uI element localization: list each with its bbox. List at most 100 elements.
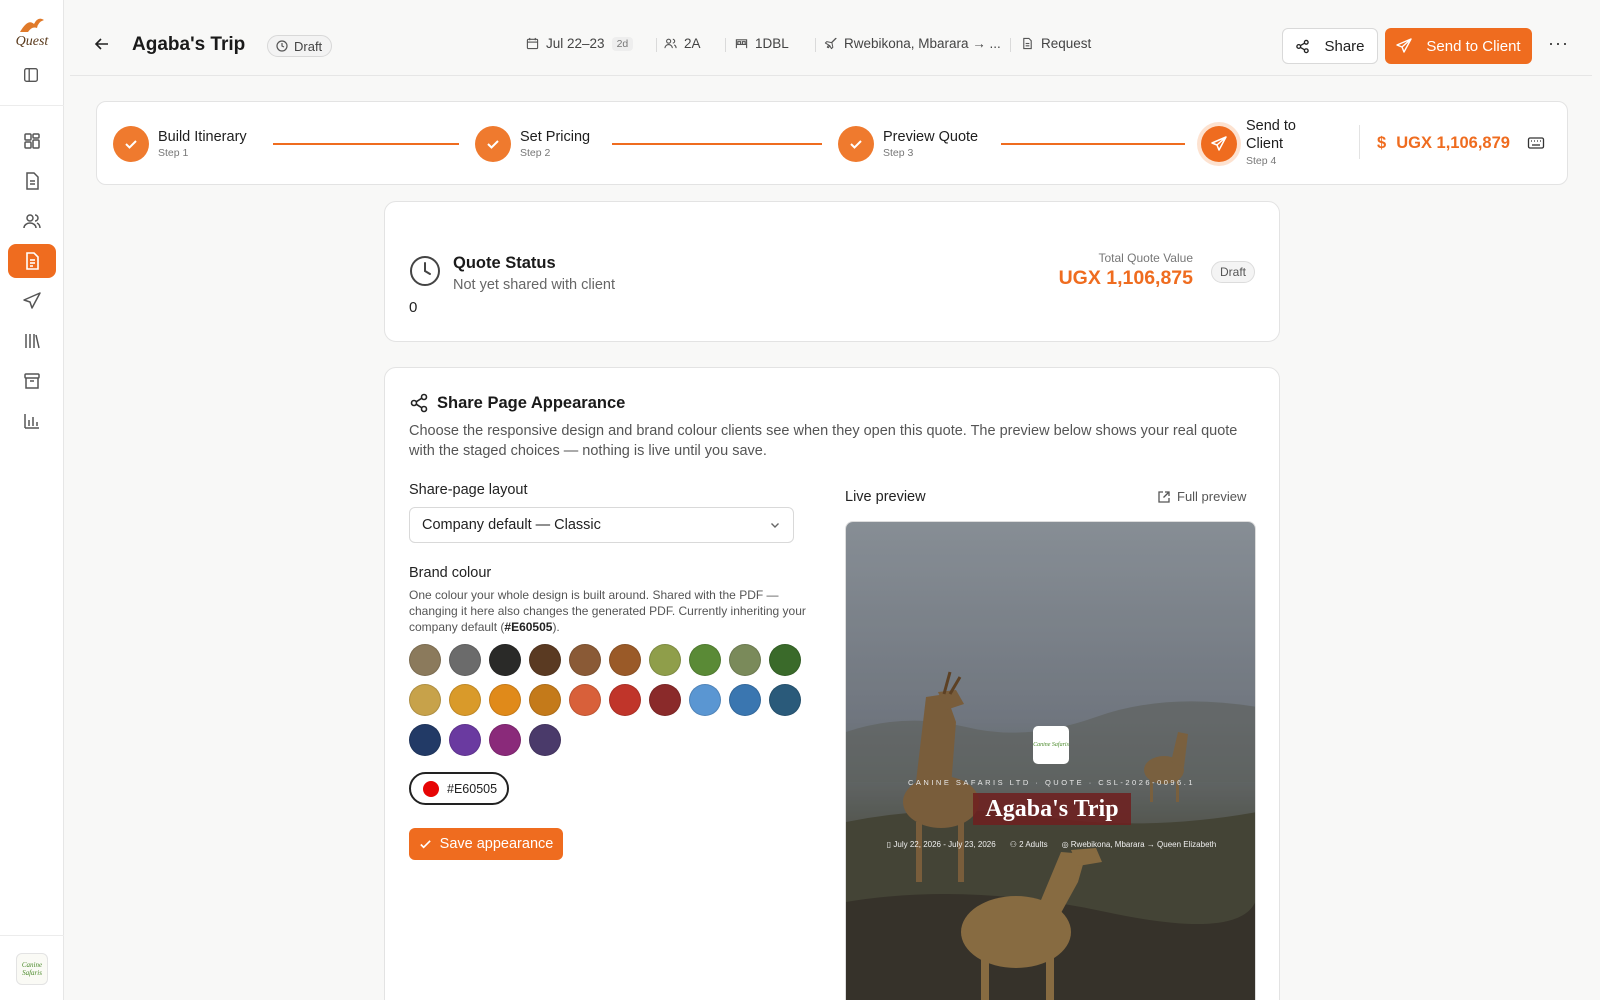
colour-swatch[interactable] (409, 684, 441, 716)
back-arrow-icon[interactable] (94, 36, 110, 52)
people-icon (664, 38, 677, 49)
colour-swatch[interactable] (449, 684, 481, 716)
preview-meta: ▯ July 22, 2026 - July 23, 2026 ⚇ 2 Adul… (846, 840, 1255, 849)
colour-swatch[interactable] (489, 684, 521, 716)
colour-swatch[interactable] (609, 684, 641, 716)
colour-swatch[interactable] (409, 644, 441, 676)
send-icon (1396, 38, 1413, 53)
sidebar-item-send[interactable] (8, 284, 56, 318)
sidebar-divider (0, 105, 64, 106)
preview-dates-text: July 22, 2026 - July 23, 2026 (893, 840, 996, 849)
share-appearance-card: Share Page Appearance Choose the respons… (384, 367, 1280, 1000)
sidebar: Quest Canine Safaris (0, 0, 64, 1000)
send-to-client-button[interactable]: Send to Client (1385, 28, 1532, 64)
currency-icon: $ (1377, 134, 1387, 152)
full-preview-link[interactable]: Full preview (1157, 489, 1246, 504)
company-avatar[interactable]: Canine Safaris (16, 953, 48, 985)
preview-dates: ▯ July 22, 2026 - July 23, 2026 (886, 840, 996, 849)
step-2-check[interactable] (475, 126, 511, 162)
colour-swatch[interactable] (649, 644, 681, 676)
step-1-label: Build Itinerary (158, 129, 247, 145)
layout-label: Share-page layout (409, 482, 528, 498)
layout-select[interactable]: Company default — Classic (409, 507, 794, 543)
colour-swatch[interactable] (689, 644, 721, 676)
dashboard-icon (24, 133, 40, 149)
colour-swatch[interactable] (409, 724, 441, 756)
colour-swatch[interactable] (489, 724, 521, 756)
step-4-sub: Step 4 (1246, 155, 1277, 167)
total-quote-label: Total Quote Value (1098, 251, 1193, 265)
full-preview-text: Full preview (1177, 489, 1247, 504)
sidebar-item-archive[interactable] (8, 364, 56, 398)
trip-title: Agaba's Trip (132, 34, 246, 55)
total-quote-value: UGX 1,106,875 (1058, 267, 1193, 289)
preview-eyebrow: CANINE SAFARIS LTD · QUOTE · CSL-2026-00… (907, 778, 1195, 787)
colour-swatch[interactable] (729, 684, 761, 716)
meta-separator (1010, 38, 1011, 52)
colour-swatch[interactable] (569, 644, 601, 676)
colour-swatch[interactable] (769, 684, 801, 716)
rooms-text: 1DBL (755, 36, 789, 51)
plane-icon (824, 37, 837, 50)
meta-separator (656, 38, 657, 52)
step-connector (273, 143, 459, 145)
share-count: 0 (409, 299, 418, 316)
route-text: Rwebikona, Mbarara → ... (844, 36, 1001, 51)
selected-colour-chip[interactable]: #E60505 (409, 772, 509, 805)
trip-request[interactable]: Request (1021, 36, 1091, 51)
colour-swatch[interactable] (569, 684, 601, 716)
colour-swatch[interactable] (449, 724, 481, 756)
preview-adults-text: 2 Adults (1019, 840, 1048, 849)
calendar-icon (526, 37, 539, 50)
step-3-check[interactable] (838, 126, 874, 162)
save-appearance-button[interactable]: Save appearance (409, 828, 563, 860)
share-button[interactable]: Share (1282, 28, 1378, 64)
duration-badge: 2d (611, 36, 634, 51)
step-4-current[interactable] (1201, 126, 1237, 162)
share-icon (409, 393, 429, 413)
step-1-sub: Step 1 (158, 147, 189, 159)
check-icon (850, 140, 862, 149)
step-3-sub: Step 3 (883, 147, 914, 159)
share-icon (1296, 39, 1310, 53)
colour-swatch[interactable] (649, 684, 681, 716)
stepper-total: $ UGX 1,106,879 (1377, 134, 1510, 153)
dates-text: Jul 22–23 (546, 36, 605, 51)
colour-swatch[interactable] (769, 644, 801, 676)
colour-swatch[interactable] (489, 644, 521, 676)
sidebar-divider-bottom (0, 935, 64, 936)
progress-stepper: Build Itinerary Step 1 Set Pricing Step … (96, 101, 1568, 185)
sidebar-item-quotes[interactable] (8, 244, 56, 278)
sidebar-item-library[interactable] (8, 324, 56, 358)
step-1-check[interactable] (113, 126, 149, 162)
preview-adults: ⚇ 2 Adults (1009, 840, 1048, 849)
status-badge: Draft (1210, 261, 1255, 283)
keyboard-icon[interactable] (1527, 135, 1545, 151)
sidebar-item-clients[interactable] (8, 204, 56, 238)
step-4-label: Send to (1246, 118, 1296, 134)
collapse-sidebar-icon[interactable] (22, 66, 42, 86)
quest-logo[interactable]: Quest (10, 14, 54, 56)
colour-swatch[interactable] (529, 724, 561, 756)
colour-swatch[interactable] (449, 644, 481, 676)
colour-swatch[interactable] (529, 684, 561, 716)
preview-route: ◎ Rwebikona, Mbarara → Queen Elizabeth (1061, 840, 1217, 849)
sidebar-item-reports[interactable] (8, 404, 56, 438)
colour-swatch[interactable] (689, 684, 721, 716)
check-icon (125, 140, 137, 149)
colour-swatch[interactable] (729, 644, 761, 676)
sidebar-item-documents[interactable] (8, 164, 56, 198)
trip-dates: Jul 22–23 2d (526, 36, 634, 51)
stepper-total-value: UGX 1,106,879 (1396, 134, 1510, 152)
more-options-icon[interactable]: ··· (1548, 34, 1568, 56)
request-icon (1023, 37, 1032, 50)
colour-swatch[interactable] (609, 644, 641, 676)
sidebar-item-dashboard[interactable] (8, 124, 56, 158)
colour-swatch[interactable] (529, 644, 561, 676)
live-preview-frame[interactable]: Canine Safaris CANINE SAFARIS LTD · QUOT… (845, 521, 1256, 1000)
trip-rooms: 1DBL (735, 36, 789, 51)
appearance-description: Choose the responsive design and brand c… (409, 423, 1238, 459)
top-header: Agaba's Trip Draft Jul 22–23 2d 2A 1DBL … (70, 0, 1592, 76)
archive-icon (24, 373, 40, 389)
brand-desc-end: ). (552, 620, 560, 634)
